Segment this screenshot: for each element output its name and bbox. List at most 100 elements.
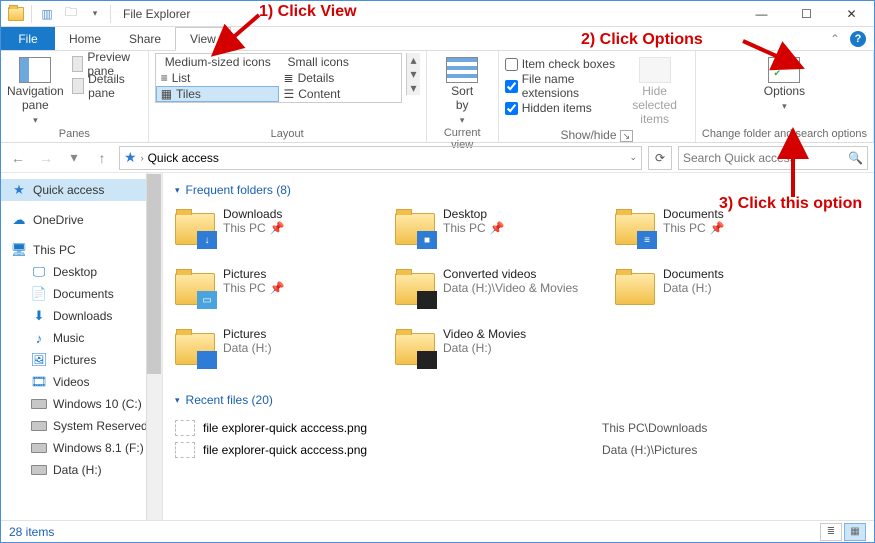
tree-drive-f[interactable]: Windows 8.1 (F:) xyxy=(1,437,162,459)
hide-selected-button: Hide selected items xyxy=(620,53,689,126)
change-folder-options-label[interactable]: Change folder and search options xyxy=(702,126,867,142)
check-hidden[interactable]: Hidden items xyxy=(505,97,617,119)
tree-videos[interactable]: 🎞Videos xyxy=(1,371,162,393)
folder-icon: ■ xyxy=(395,207,435,247)
content-pane: ▾Frequent folders (8) ↓ Downloads This P… xyxy=(163,173,874,520)
layout-picker[interactable]: Medium-sized icons Small icons ≡List ≣De… xyxy=(155,53,403,103)
documents-icon: 📄 xyxy=(31,286,47,302)
folder-icon xyxy=(615,267,655,307)
layout-content[interactable]: ☰Content xyxy=(279,86,402,102)
folder-tile[interactable]: Documents Data (H:) xyxy=(615,267,825,319)
recent-file-row[interactable]: file explorer-quick acccess.png This PC\… xyxy=(175,417,862,439)
close-button[interactable]: ✕ xyxy=(829,1,874,27)
main-area: ★Quick access ☁OneDrive 🖥This PC 🖵Deskto… xyxy=(1,173,874,520)
folder-tile[interactable]: ≡ Documents This PC📌 xyxy=(615,207,825,259)
ribbon-collapse-chevron-icon[interactable]: ⌃ xyxy=(830,32,840,46)
recent-header[interactable]: ▾Recent files (20) xyxy=(175,393,862,407)
view-details-button[interactable]: ≣ xyxy=(820,523,842,541)
tree-pictures[interactable]: 🖼Pictures xyxy=(1,349,162,371)
addr-chevron-icon[interactable]: › xyxy=(141,153,144,163)
folder-tile[interactable]: ↓ Downloads This PC📌 xyxy=(175,207,385,259)
layout-list[interactable]: ≡List xyxy=(156,70,279,86)
tree-scrollbar[interactable] xyxy=(146,173,162,520)
search-box[interactable]: Search Quick access 🔍 xyxy=(678,146,868,170)
tree-thispc[interactable]: 🖥This PC xyxy=(1,239,162,261)
check-file-ext[interactable]: File name extensions xyxy=(505,75,617,97)
recent-locations-button[interactable]: ▾ xyxy=(63,147,85,169)
preview-pane-icon xyxy=(72,56,84,72)
file-icon xyxy=(175,442,195,458)
group-showhide-label: Show/hide ↘ xyxy=(505,126,689,144)
folder-text: Downloads This PC📌 xyxy=(223,207,285,235)
tab-file[interactable]: File xyxy=(1,27,55,50)
tree-onedrive[interactable]: ☁OneDrive xyxy=(1,209,162,231)
folder-text: Documents Data (H:) xyxy=(663,267,724,295)
frequent-header[interactable]: ▾Frequent folders (8) xyxy=(175,183,862,197)
folder-tile[interactable]: Pictures Data (H:) xyxy=(175,327,385,379)
folder-tile[interactable]: Converted videos Data (H:)\Video & Movie… xyxy=(395,267,605,319)
tree-quick-access[interactable]: ★Quick access xyxy=(1,179,162,201)
addr-dropdown-icon[interactable]: ⌄ xyxy=(629,152,637,163)
onedrive-icon: ☁ xyxy=(11,212,27,228)
folder-icon: ≡ xyxy=(615,207,655,247)
status-bar: 28 items ≣ ▦ xyxy=(1,520,874,542)
folder-text: Video & Movies Data (H:) xyxy=(443,327,526,355)
folder-tile[interactable]: ■ Desktop This PC📌 xyxy=(395,207,605,259)
back-button[interactable]: ← xyxy=(7,147,29,169)
folder-tile[interactable]: Video & Movies Data (H:) xyxy=(395,327,605,379)
qat-props-icon[interactable]: ▥ xyxy=(36,3,58,25)
layout-small-icons[interactable]: Small icons xyxy=(279,54,402,70)
qat-customize-chevron-icon[interactable]: ▾ xyxy=(84,3,106,25)
up-button[interactable]: ↑ xyxy=(91,147,113,169)
recent-file-row[interactable]: file explorer-quick acccess.png Data (H:… xyxy=(175,439,862,461)
options-icon: ✔✔ xyxy=(768,57,800,83)
ribbon-view: Navigation pane ▾ Preview pane Details p… xyxy=(1,51,874,143)
tree-drive-h[interactable]: Data (H:) xyxy=(1,459,162,481)
collapse-chevron-icon: ▾ xyxy=(175,185,180,196)
address-bar[interactable]: ★ › Quick access ⌄ xyxy=(119,146,642,170)
group-layout-label: Layout xyxy=(155,126,420,142)
options-button[interactable]: ✔✔ Options ▾ xyxy=(754,53,814,111)
tree-documents[interactable]: 📄Documents xyxy=(1,283,162,305)
tree-drive-c[interactable]: Windows 10 (C:) xyxy=(1,393,162,415)
details-pane-button[interactable]: Details pane xyxy=(68,75,142,97)
address-text: Quick access xyxy=(148,151,219,165)
sort-by-button[interactable]: Sort by ▾ xyxy=(433,53,492,125)
qat-new-folder-icon[interactable]: 🗀 xyxy=(60,3,82,25)
nav-tree[interactable]: ★Quick access ☁OneDrive 🖥This PC 🖵Deskto… xyxy=(1,173,163,520)
forward-button[interactable]: → xyxy=(35,147,57,169)
recent-file-name: file explorer-quick acccess.png xyxy=(203,421,367,435)
view-tiles-button[interactable]: ▦ xyxy=(844,523,866,541)
tab-view[interactable]: View xyxy=(175,27,231,51)
tree-drive-sr[interactable]: System Reserved xyxy=(1,415,162,437)
drive-icon xyxy=(31,421,47,431)
folder-text: Converted videos Data (H:)\Video & Movie… xyxy=(443,267,578,295)
folder-text: Pictures This PC📌 xyxy=(223,267,285,295)
tab-home[interactable]: Home xyxy=(55,27,115,50)
search-icon: 🔍 xyxy=(848,151,863,165)
tree-music[interactable]: ♪Music xyxy=(1,327,162,349)
showhide-launcher-icon[interactable]: ↘ xyxy=(620,130,634,142)
tab-share[interactable]: Share xyxy=(115,27,175,50)
list-icon: ≡ xyxy=(161,71,168,85)
file-icon xyxy=(175,420,195,436)
drive-icon xyxy=(31,399,47,409)
maximize-button[interactable]: ☐ xyxy=(784,1,829,27)
address-row: ← → ▾ ↑ ★ › Quick access ⌄ ⟳ Search Quic… xyxy=(1,143,874,173)
details-icon: ≣ xyxy=(284,71,294,85)
folder-tile[interactable]: ▭ Pictures This PC📌 xyxy=(175,267,385,319)
pin-icon: 📌 xyxy=(270,281,285,295)
layout-tiles[interactable]: ▦Tiles xyxy=(156,86,279,102)
layout-scroll[interactable]: ▴▾▾ xyxy=(406,53,419,95)
layout-medium-icons[interactable]: Medium-sized icons xyxy=(156,54,279,70)
help-icon[interactable]: ? xyxy=(850,31,866,47)
star-icon: ★ xyxy=(124,149,137,166)
layout-details[interactable]: ≣Details xyxy=(279,70,402,86)
folder-text: Documents This PC📌 xyxy=(663,207,725,235)
refresh-button[interactable]: ⟳ xyxy=(648,146,672,170)
tree-desktop[interactable]: 🖵Desktop xyxy=(1,261,162,283)
downloads-icon: ⬇ xyxy=(31,308,47,324)
minimize-button[interactable]: — xyxy=(739,1,784,27)
tree-downloads[interactable]: ⬇Downloads xyxy=(1,305,162,327)
navigation-pane-button[interactable]: Navigation pane ▾ xyxy=(7,53,64,125)
